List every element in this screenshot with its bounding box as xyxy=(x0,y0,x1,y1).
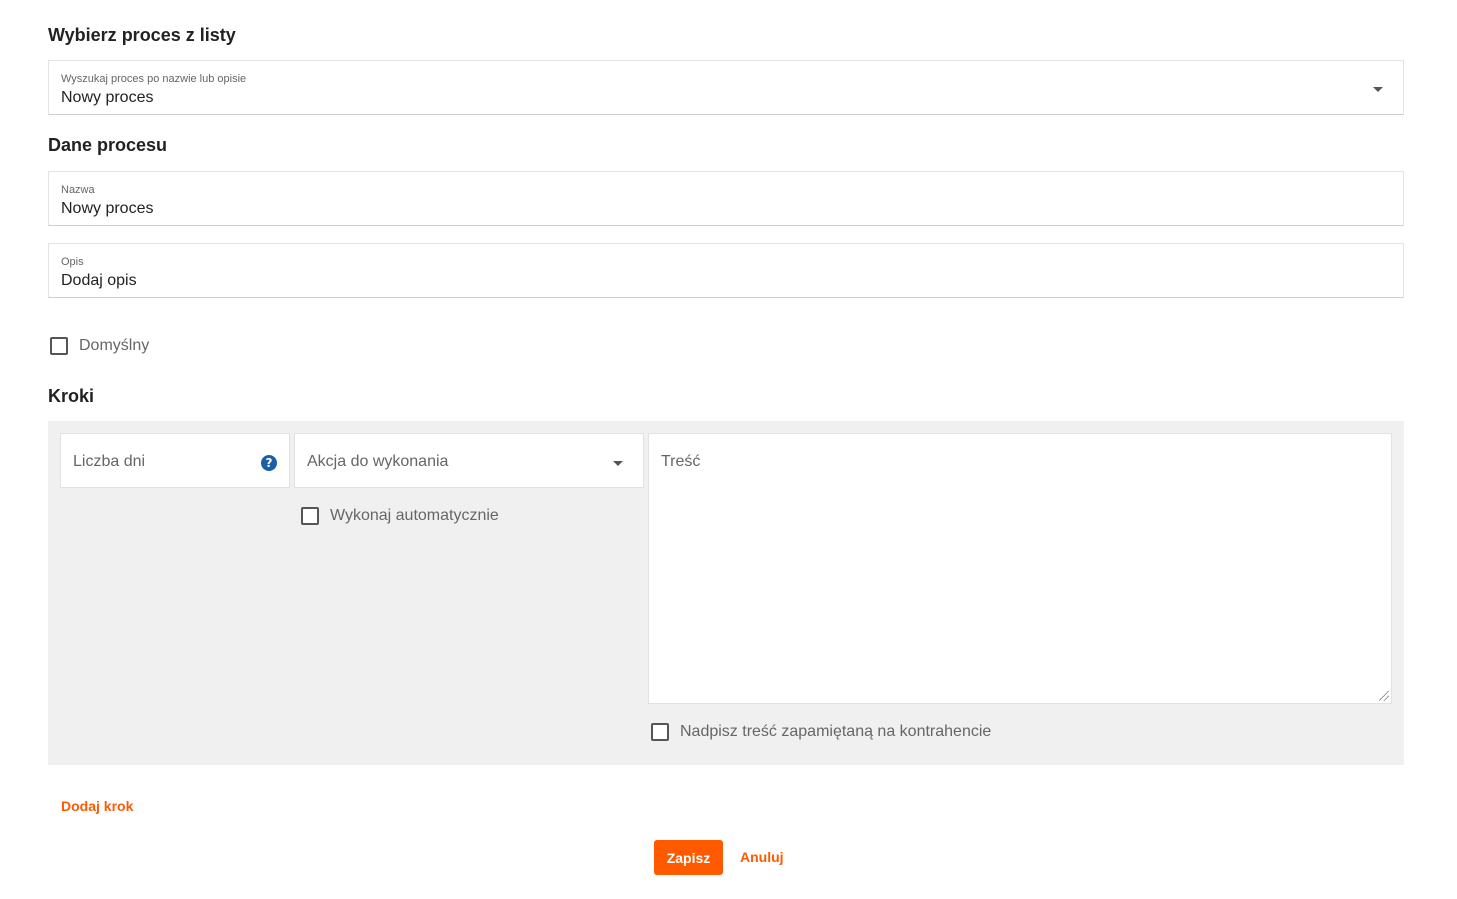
select-process-heading: Wybierz proces z listy xyxy=(48,25,236,45)
auto-execute-checkbox-label: Wykonaj automatycznie xyxy=(330,507,499,524)
process-description-value[interactable]: Dodaj opis xyxy=(61,272,137,290)
cancel-link[interactable]: Anuluj xyxy=(740,849,784,865)
help-icon[interactable]: ? xyxy=(261,455,277,471)
content-textarea-placeholder: Treść xyxy=(661,453,701,470)
auto-execute-checkbox-row[interactable]: Wykonaj automatycznie xyxy=(301,507,499,525)
save-button[interactable]: Zapisz xyxy=(654,840,723,875)
process-name-value[interactable]: Nowy proces xyxy=(61,200,153,218)
process-form: Wybierz proces z listy Wyszukaj proces p… xyxy=(0,0,1457,899)
process-name-field[interactable]: Nazwa Nowy proces xyxy=(48,171,1404,226)
override-content-checkbox-row[interactable]: Nadpisz treść zapamiętaną na kontrahenci… xyxy=(651,723,991,741)
default-checkbox-label: Domyślny xyxy=(79,337,150,354)
default-checkbox-row[interactable]: Domyślny xyxy=(50,337,149,355)
process-description-label: Opis xyxy=(61,256,84,268)
step-panel: Liczba dni ? Akcja do wykonania Wykonaj … xyxy=(48,421,1404,765)
process-data-heading: Dane procesu xyxy=(48,135,168,155)
days-count-placeholder: Liczba dni xyxy=(73,453,146,470)
override-content-checkbox[interactable] xyxy=(651,723,669,741)
chevron-down-icon[interactable] xyxy=(613,461,623,466)
chevron-down-icon[interactable] xyxy=(1373,87,1383,92)
steps-heading: Kroki xyxy=(48,386,95,406)
resize-grip-icon[interactable] xyxy=(1379,691,1389,701)
action-select[interactable]: Akcja do wykonania xyxy=(294,433,644,488)
process-search-select[interactable]: Wyszukaj proces po nazwie lub opisie Now… xyxy=(48,60,1404,115)
override-content-checkbox-label: Nadpisz treść zapamiętaną na kontrahenci… xyxy=(680,723,992,740)
process-search-value: Nowy proces xyxy=(61,89,154,106)
default-checkbox[interactable] xyxy=(50,337,68,355)
days-count-input[interactable]: Liczba dni ? xyxy=(60,433,290,488)
process-description-field[interactable]: Opis Dodaj opis xyxy=(48,243,1404,298)
process-search-label: Wyszukaj proces po nazwie lub opisie xyxy=(61,73,247,85)
content-textarea[interactable]: Treść xyxy=(648,433,1392,704)
auto-execute-checkbox[interactable] xyxy=(301,507,319,525)
process-name-label: Nazwa xyxy=(61,184,95,196)
action-select-placeholder: Akcja do wykonania xyxy=(307,453,449,470)
add-step-link[interactable]: Dodaj krok xyxy=(61,798,133,814)
